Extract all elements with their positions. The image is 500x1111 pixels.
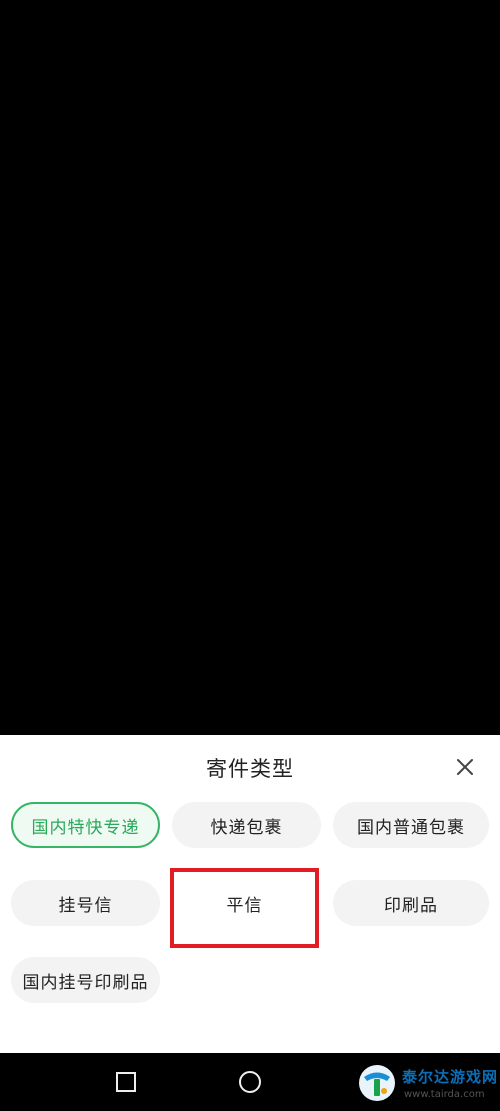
option-label: 快递包裹 bbox=[210, 817, 283, 838]
option-registered-letter[interactable]: 挂号信 bbox=[11, 880, 160, 926]
option-label: 国内挂号印刷品 bbox=[22, 972, 149, 993]
system-navigation-bar bbox=[0, 1053, 500, 1111]
option-label: 国内普通包裹 bbox=[357, 817, 465, 838]
option-express-parcel[interactable]: 快递包裹 bbox=[172, 802, 321, 848]
option-domestic-registered-printed-matter[interactable]: 国内挂号印刷品 bbox=[11, 957, 160, 1003]
sheet-title: 寄件类型 bbox=[206, 757, 294, 781]
option-label: 挂号信 bbox=[58, 895, 113, 916]
option-ordinary-letter[interactable]: 平信 bbox=[178, 880, 311, 926]
close-icon[interactable] bbox=[449, 751, 481, 783]
option-domestic-ems[interactable]: 国内特快专递 bbox=[11, 802, 160, 848]
option-printed-matter[interactable]: 印刷品 bbox=[333, 880, 489, 926]
dimmed-background[interactable] bbox=[0, 0, 500, 735]
phone-screen: 寄件类型 国内特快专递 快递包裹 国内普通包裹 挂号信 平信 印刷品 国内挂号印… bbox=[0, 0, 500, 1111]
option-label: 国内特快专递 bbox=[31, 817, 140, 838]
mail-type-bottom-sheet: 寄件类型 国内特快专递 快递包裹 国内普通包裹 挂号信 平信 印刷品 国内挂号印… bbox=[0, 735, 500, 1053]
option-label: 印刷品 bbox=[384, 895, 438, 916]
option-domestic-ordinary-parcel[interactable]: 国内普通包裹 bbox=[333, 802, 489, 848]
home-icon[interactable] bbox=[235, 1067, 265, 1097]
option-label: 平信 bbox=[226, 895, 263, 916]
recent-apps-icon[interactable] bbox=[111, 1067, 141, 1097]
